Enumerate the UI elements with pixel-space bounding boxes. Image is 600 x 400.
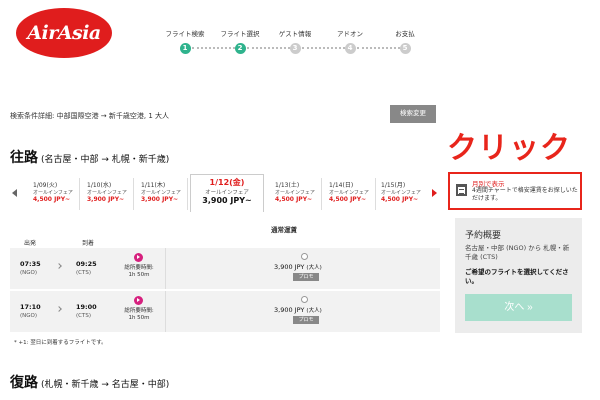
fare-amount: 3,900 JPY (274, 263, 305, 271)
date-label: 1/09(火) (33, 182, 58, 189)
chevron-right-icon (56, 263, 62, 269)
return-title: 復路 (札幌・新千歳 → 名古屋・中部) (10, 372, 169, 392)
arrival-time: 09:25 (76, 260, 97, 268)
arrival-time: 19:00 (76, 303, 97, 311)
step-payment: お支払 5 (370, 28, 440, 54)
prev-dates-arrow-icon[interactable] (12, 189, 17, 197)
summary-title: 予約概要 (465, 231, 502, 241)
flight-row[interactable]: 17:10 (NGO) 19:00 (CTS) 総所要時間: 1h 50m 3,… (10, 291, 440, 332)
date-selector: 1/09(火) オールインフェア 4,500 JPY~ 1/10(水) オールイ… (8, 174, 440, 212)
total-duration: 総所要時間: 1h 50m (120, 308, 158, 322)
date-price: 4,500 JPY~ (275, 196, 313, 203)
arrive-column-header: 到着 (82, 240, 95, 247)
fare-label: オールインフェア (141, 190, 181, 196)
date-tab-0111[interactable]: 1/11(木) オールインフェア 3,900 JPY~ (138, 178, 188, 210)
fare-label: オールインフェア (329, 190, 369, 196)
departure-airport: (NGO) (20, 270, 37, 276)
monthly-view-desc: 4週間チャートで格安運賃をお探しいただけます。 (472, 187, 578, 202)
fare-unit: (大人) (306, 265, 322, 271)
regular-fare-header: 通常運賃 (271, 226, 297, 234)
date-price: 3,900 JPY~ (87, 196, 125, 203)
booking-progress: フライト検索 1 フライト選択 2 ゲスト情報 3 アドオン 4 お支払 5 (150, 28, 440, 58)
next-dates-arrow-icon[interactable] (432, 189, 437, 197)
arrival-airport: (CTS) (76, 313, 91, 319)
fare-label: オールインフェア (205, 190, 249, 196)
duration-value: 1h 50m (128, 315, 150, 321)
promo-badge: プロモ (293, 273, 319, 281)
date-label: 1/13(土) (275, 182, 300, 189)
date-tab-0112-selected[interactable]: 1/12(金) オールインフェア 3,900 JPY~ (190, 174, 264, 212)
summary-prompt: ご希望のフライトを選択してください。 (465, 268, 569, 285)
step-number: 4 (344, 43, 356, 54)
overnight-note: * +1: 翌日に到着するフライトです。 (14, 340, 107, 346)
date-label: 1/11(木) (141, 182, 166, 189)
departure-time: 17:10 (20, 303, 41, 311)
next-button[interactable]: 次へ » (465, 294, 572, 321)
step-number: 5 (399, 43, 411, 54)
summary-route: 名古屋・中部 (NGO) から 札幌・新千歳 (CTS) (465, 244, 570, 261)
total-duration: 総所要時間: 1h 50m (120, 265, 158, 279)
promo-badge: プロモ (293, 316, 319, 324)
outbound-route: (名古屋・中部 → 札幌・新千歳) (41, 155, 170, 165)
fare-label: オールインフェア (33, 190, 73, 196)
calendar-icon (456, 184, 467, 196)
return-route: (札幌・新千歳 → 名古屋・中部) (41, 380, 170, 390)
depart-column-header: 出発 (24, 240, 37, 247)
step-number: 3 (289, 43, 301, 54)
column-divider (165, 291, 166, 332)
column-divider (165, 248, 166, 289)
fare-label: オールインフェア (275, 190, 315, 196)
date-label: 1/14(日) (329, 182, 354, 189)
date-tab-0115[interactable]: 1/15(月) オールインフェア 4,500 JPY~ (378, 178, 428, 210)
date-price: 3,900 JPY~ (202, 196, 252, 205)
click-annotation: クリック (447, 131, 571, 166)
step-number: 2 (234, 43, 246, 54)
flight-details-icon[interactable] (134, 296, 143, 305)
fare-label: オールインフェア (381, 190, 421, 196)
date-tab-0113[interactable]: 1/13(土) オールインフェア 4,500 JPY~ (272, 178, 322, 210)
change-search-button[interactable]: 検索変更 (390, 105, 436, 123)
duration-value: 1h 50m (128, 272, 150, 278)
flight-details-icon[interactable] (134, 253, 143, 262)
duration-label: 総所要時間: (124, 308, 154, 314)
departure-time: 07:35 (20, 260, 41, 268)
arrival-airport: (CTS) (76, 270, 91, 276)
date-tab-0109[interactable]: 1/09(火) オールインフェア 4,500 JPY~ (30, 178, 80, 210)
outbound-label: 往路 (10, 150, 38, 166)
date-price: 4,500 JPY~ (329, 196, 367, 203)
booking-summary: 予約概要 名古屋・中部 (NGO) から 札幌・新千歳 (CTS) ご希望のフラ… (455, 218, 582, 333)
fare-radio[interactable] (301, 253, 308, 260)
outbound-title: 往路 (名古屋・中部 → 札幌・新千歳) (10, 147, 169, 167)
flight-row[interactable]: 07:35 (NGO) 09:25 (CTS) 総所要時間: 1h 50m 3,… (10, 248, 440, 289)
return-label: 復路 (10, 375, 38, 391)
date-label: 1/12(金) (209, 178, 245, 187)
chevron-right-icon (56, 306, 62, 312)
departure-airport: (NGO) (20, 313, 37, 319)
step-label: お支払 (395, 30, 415, 38)
fare-label: オールインフェア (87, 190, 127, 196)
date-price: 4,500 JPY~ (33, 196, 71, 203)
fare-amount: 3,900 JPY (274, 306, 305, 314)
date-label: 1/15(月) (381, 182, 406, 189)
airasia-logo[interactable]: AirAsia (16, 8, 112, 58)
search-conditions: 検索条件詳細: 中部国際空港 → 新千歳空港, 1 大人 (10, 112, 170, 120)
date-price: 4,500 JPY~ (381, 196, 419, 203)
fare-price: 3,900 JPY (大人) (274, 306, 322, 314)
date-price: 3,900 JPY~ (141, 196, 179, 203)
fare-radio[interactable] (301, 296, 308, 303)
monthly-view-button[interactable]: 月別で表示 4週間チャートで格安運賃をお探しいただけます。 (448, 172, 582, 210)
step-number: 1 (179, 43, 191, 54)
date-tab-0114[interactable]: 1/14(日) オールインフェア 4,500 JPY~ (326, 178, 376, 210)
fare-unit: (大人) (306, 308, 322, 314)
date-label: 1/10(水) (87, 182, 112, 189)
fare-price: 3,900 JPY (大人) (274, 263, 322, 271)
date-tab-0110[interactable]: 1/10(水) オールインフェア 3,900 JPY~ (84, 178, 134, 210)
duration-label: 総所要時間: (124, 265, 154, 271)
